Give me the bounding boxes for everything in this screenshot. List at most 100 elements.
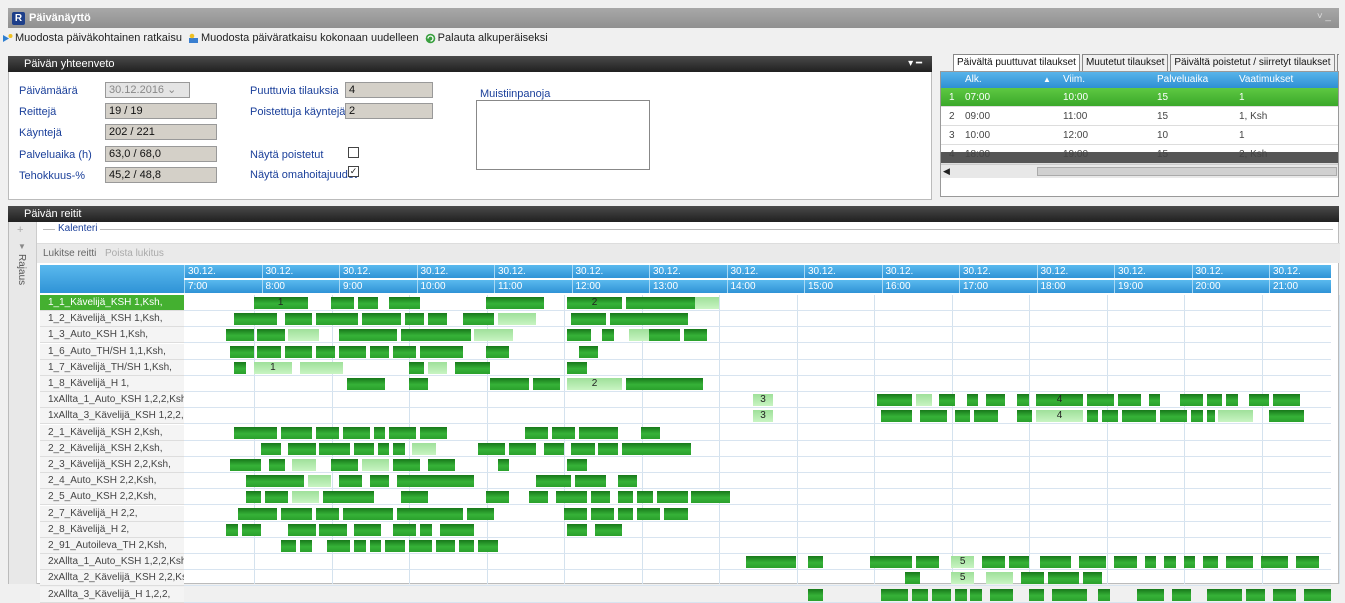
visit-bar[interactable] xyxy=(1226,556,1254,569)
order-row[interactable]: 1 07:00 10:00 15 1 xyxy=(941,88,1338,107)
visit-bar[interactable] xyxy=(1020,572,1044,585)
visit-bar[interactable] xyxy=(389,297,421,309)
show-caregivers-checkbox[interactable]: ✓ xyxy=(348,166,359,177)
tab-0[interactable]: Päivältä puuttuvat tilaukset xyxy=(953,54,1080,71)
show-removed-checkbox[interactable] xyxy=(348,147,359,158)
visit-bar[interactable] xyxy=(427,459,455,471)
visit-bar[interactable] xyxy=(458,540,475,552)
visit-bar[interactable] xyxy=(912,588,928,601)
col-header-0[interactable] xyxy=(945,72,965,88)
visit-bar[interactable] xyxy=(300,361,343,374)
visit-bar[interactable] xyxy=(292,491,320,504)
route-row-label[interactable]: 2_8_Kävelijä_H 2, xyxy=(40,521,184,538)
visit-bar[interactable] xyxy=(408,378,428,390)
visit-bar[interactable]: 5 xyxy=(951,572,975,585)
panel-pin-icon[interactable]: ▾ ━ xyxy=(908,56,922,72)
visit-bar[interactable] xyxy=(315,507,339,520)
visit-bar[interactable] xyxy=(579,426,618,439)
route-row-label[interactable]: 1_3_Auto_KSH 1,Ksh, xyxy=(40,327,184,344)
visit-bar[interactable] xyxy=(1249,394,1269,407)
visit-bar[interactable] xyxy=(1183,556,1196,569)
visit-bar[interactable] xyxy=(315,426,339,439)
visit-bar[interactable] xyxy=(1016,410,1033,423)
visit-bar[interactable] xyxy=(354,540,366,552)
visit-bar[interactable] xyxy=(916,394,932,407)
visit-bar[interactable] xyxy=(528,491,548,504)
visit-bar[interactable] xyxy=(1261,556,1289,569)
visit-bar[interactable]: 1 xyxy=(253,361,293,374)
visit-bar[interactable] xyxy=(257,345,281,358)
visit-bar[interactable] xyxy=(1047,572,1079,585)
visit-bar[interactable] xyxy=(563,507,587,520)
visit-bar[interactable] xyxy=(1295,556,1320,569)
visit-bar[interactable] xyxy=(288,442,316,455)
visit-bar[interactable] xyxy=(327,540,351,552)
visit-bar[interactable] xyxy=(369,475,390,488)
visit-bar[interactable] xyxy=(230,459,262,471)
route-row-label[interactable]: 2xAllta_1_Auto_KSH 1,2,2,Ksh, xyxy=(40,554,184,571)
visit-bar[interactable] xyxy=(257,329,285,342)
visit-bar[interactable] xyxy=(637,507,661,520)
visit-bar[interactable]: 3 xyxy=(753,394,773,407)
visit-bar[interactable] xyxy=(396,475,475,488)
visit-bar[interactable] xyxy=(1016,394,1029,407)
visit-bar[interactable] xyxy=(338,475,362,488)
visit-bar[interactable] xyxy=(1206,588,1242,601)
route-row-label[interactable]: 1_8_Kävelijä_H 1, xyxy=(40,376,184,392)
visit-bar[interactable] xyxy=(226,523,238,536)
visit-bar[interactable] xyxy=(288,523,316,536)
visit-bar[interactable] xyxy=(365,329,397,342)
visit-bar[interactable] xyxy=(292,459,316,471)
visit-bar[interactable] xyxy=(1303,588,1331,601)
route-row-label[interactable]: 1_6_Auto_TH/SH 1,1,Ksh, xyxy=(40,343,184,360)
visit-bar[interactable] xyxy=(1137,588,1165,601)
visit-bar[interactable] xyxy=(408,540,432,552)
visit-bar[interactable] xyxy=(427,313,448,326)
visit-bar[interactable]: 5 xyxy=(951,556,975,569)
visit-bar[interactable] xyxy=(970,588,982,601)
visit-bar[interactable] xyxy=(346,378,386,390)
visit-bar[interactable] xyxy=(280,540,297,552)
visit-bar[interactable] xyxy=(625,378,703,390)
visit-bar[interactable]: 4 xyxy=(1036,394,1083,407)
tab-2[interactable]: Päivältä poistetut / siirretyt tilaukset xyxy=(1170,54,1335,71)
visit-bar[interactable] xyxy=(280,507,312,520)
visit-bar[interactable] xyxy=(393,345,417,358)
visit-bar[interactable] xyxy=(544,442,564,455)
tab-1[interactable]: Muutetut tilaukset xyxy=(1081,54,1169,71)
visit-bar[interactable] xyxy=(617,491,634,504)
col-header-2[interactable]: Viim. xyxy=(1063,72,1157,88)
visit-bar[interactable] xyxy=(400,329,471,342)
visit-bar[interactable] xyxy=(579,345,599,358)
lock-route-button[interactable]: Lukitse reitti xyxy=(43,248,96,259)
visit-bar[interactable] xyxy=(497,459,510,471)
visit-bar[interactable] xyxy=(245,475,304,488)
visit-bar[interactable] xyxy=(536,475,572,488)
visit-bar[interactable] xyxy=(641,426,661,439)
visit-bar[interactable] xyxy=(261,442,281,455)
visit-bar[interactable] xyxy=(1160,410,1188,423)
visit-bar[interactable] xyxy=(982,556,1006,569)
visit-bar[interactable] xyxy=(362,459,390,471)
visit-bar[interactable] xyxy=(695,297,719,309)
visit-bar[interactable] xyxy=(602,329,614,342)
visit-bar[interactable] xyxy=(1164,556,1176,569)
visit-bar[interactable] xyxy=(393,459,421,471)
visit-bar[interactable]: 1 xyxy=(253,297,308,309)
visit-bar[interactable] xyxy=(571,313,607,326)
route-row-label[interactable]: 2_1_Kävelijä_KSH 2,Ksh, xyxy=(40,424,184,441)
visit-bar[interactable] xyxy=(1148,394,1161,407)
restore-button[interactable]: Palauta alkuperäiseksi xyxy=(425,32,548,44)
visit-bar[interactable] xyxy=(284,313,312,326)
visit-bar[interactable]: 2 xyxy=(567,378,622,390)
visit-bar[interactable] xyxy=(1245,588,1265,601)
route-row-label[interactable]: 1xAllta_1_Auto_KSH 1,2,2,Ksh, xyxy=(40,392,184,409)
visit-bar[interactable] xyxy=(683,329,707,342)
tab-3[interactable]: Päivältä xyxy=(1336,54,1339,71)
visit-bar[interactable] xyxy=(373,426,386,439)
visit-bar[interactable] xyxy=(1202,556,1219,569)
date-picker[interactable]: 30.12.2016 ⌄ xyxy=(105,82,190,98)
visit-bar[interactable] xyxy=(745,556,796,569)
col-header-4[interactable]: Vaatimukset xyxy=(1239,72,1338,88)
visit-bar[interactable] xyxy=(625,297,696,309)
